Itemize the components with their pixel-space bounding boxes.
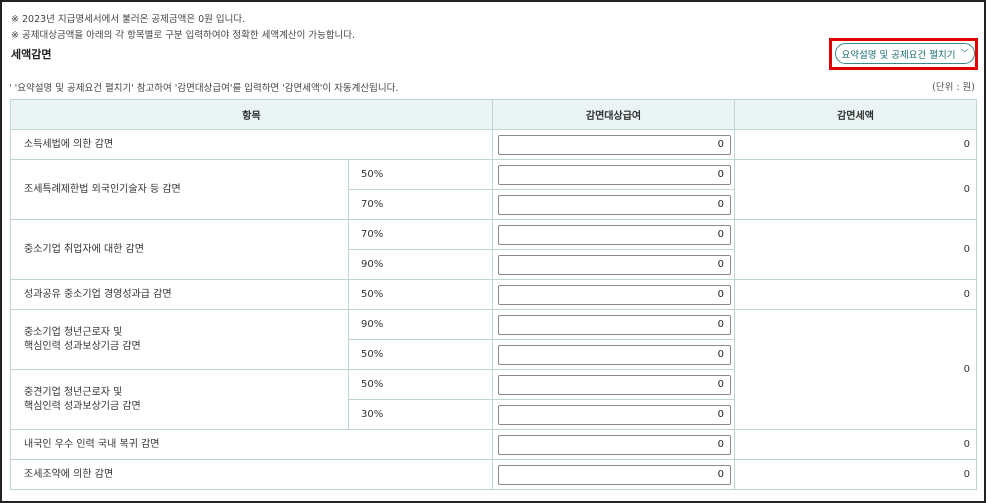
reduction-amount-merged: 0 [734, 309, 977, 430]
target-cell [492, 399, 735, 430]
guide-text: ' '요약설명 및 공제요건 펼치기' 참고하여 '감면대상급여'를 입력하면 … [9, 83, 399, 94]
reduction-amount: 0 [734, 129, 977, 160]
target-salary-input[interactable] [498, 434, 731, 455]
rate-label: 50% [348, 279, 493, 310]
unit-label: (단위 : 원) [932, 82, 975, 93]
target-cell [492, 459, 735, 490]
table-row: 조세특례제한법 외국인기술자 등 감면 50% 0 [10, 159, 977, 220]
target-cell [492, 279, 735, 310]
target-salary-input[interactable] [498, 224, 731, 245]
target-salary-input[interactable] [498, 404, 731, 425]
table-header-row: 항목 감면대상급여 감면세액 [10, 99, 977, 130]
target-cell [492, 189, 735, 220]
row-item-label-line1: 중소기업 청년근로자 및 [24, 326, 123, 338]
target-salary-input[interactable] [498, 374, 731, 395]
row-item-label: 성과공유 중소기업 경영성과급 감면 [10, 279, 349, 310]
table-row: 조세조약에 의한 감면 0 [10, 459, 977, 490]
rate-label: 70% [348, 219, 493, 250]
header-item: 항목 [10, 99, 493, 130]
target-salary-input[interactable] [498, 254, 731, 275]
notice-line-2: ※ 공제대상금액을 아래의 각 항목별로 구분 입력하여야 정확한 세액계산이 … [11, 30, 356, 41]
notice-line-1: ※ 2023년 지급명세서에서 불러온 공제금액은 0원 입니다. [11, 14, 246, 25]
rate-label: 70% [348, 189, 493, 220]
rate-label: 90% [348, 249, 493, 280]
row-item-label: 소득세법에 의한 감면 [10, 129, 493, 160]
row-item-label-line2: 핵심인력 성과보상기금 감면 [24, 340, 141, 352]
reduction-amount: 0 [734, 429, 977, 460]
row-item-label: 중견기업 청년근로자 및 핵심인력 성과보상기금 감면 [10, 369, 349, 430]
table-row: 성과공유 중소기업 경영성과급 감면 50% 0 [10, 279, 977, 310]
chevron-down-icon: ﹀ [960, 49, 969, 58]
rate-label: 90% [348, 309, 493, 340]
reduction-amount: 0 [734, 219, 977, 280]
target-cell [492, 219, 735, 250]
target-salary-input[interactable] [498, 164, 731, 185]
target-salary-input[interactable] [498, 194, 731, 215]
target-salary-input[interactable] [498, 344, 731, 365]
reduction-amount: 0 [734, 159, 977, 220]
table-row: 소득세법에 의한 감면 0 [10, 129, 977, 160]
target-cell [492, 339, 735, 370]
rate-label: 50% [348, 339, 493, 370]
rate-label: 50% [348, 159, 493, 190]
row-item-label: 조세특례제한법 외국인기술자 등 감면 [10, 159, 349, 220]
target-cell [492, 369, 735, 400]
target-cell [492, 249, 735, 280]
header-target-salary: 감면대상급여 [492, 99, 735, 130]
row-item-label: 중소기업 취업자에 대한 감면 [10, 219, 349, 280]
target-cell [492, 429, 735, 460]
table-row: 중소기업 청년근로자 및 핵심인력 성과보상기금 감면 90% 0 [10, 309, 977, 430]
expand-summary-button[interactable]: 요약설명 및 공제요건 펼치기 ﹀ [835, 43, 975, 64]
row-item-label: 조세조약에 의한 감면 [10, 459, 493, 490]
table-row: 내국인 우수 인력 국내 복귀 감면 0 [10, 429, 977, 460]
header-reduction-amount: 감면세액 [734, 99, 977, 130]
tax-reduction-table: 항목 감면대상급여 감면세액 소득세법에 의한 감면 0 조세특례제한법 외국인… [10, 99, 977, 490]
row-item-label: 중소기업 청년근로자 및 핵심인력 성과보상기금 감면 [10, 309, 349, 370]
reduction-amount: 0 [734, 279, 977, 310]
table-row: 중소기업 취업자에 대한 감면 70% 0 [10, 219, 977, 280]
target-salary-input[interactable] [498, 134, 731, 155]
target-salary-input[interactable] [498, 284, 731, 305]
row-item-label-line1: 중견기업 청년근로자 및 [24, 386, 123, 398]
target-cell [492, 129, 735, 160]
rate-label: 50% [348, 369, 493, 400]
target-salary-input[interactable] [498, 314, 731, 335]
row-item-label-line2: 핵심인력 성과보상기금 감면 [24, 400, 141, 412]
expand-summary-label: 요약설명 및 공제요건 펼치기 [841, 49, 956, 61]
target-cell [492, 309, 735, 340]
target-salary-input[interactable] [498, 464, 731, 485]
target-cell [492, 159, 735, 190]
row-item-label: 내국인 우수 인력 국내 복귀 감면 [10, 429, 493, 460]
reduction-amount: 0 [734, 459, 977, 490]
section-title: 세액감면 [11, 48, 52, 61]
rate-label: 30% [348, 399, 493, 430]
